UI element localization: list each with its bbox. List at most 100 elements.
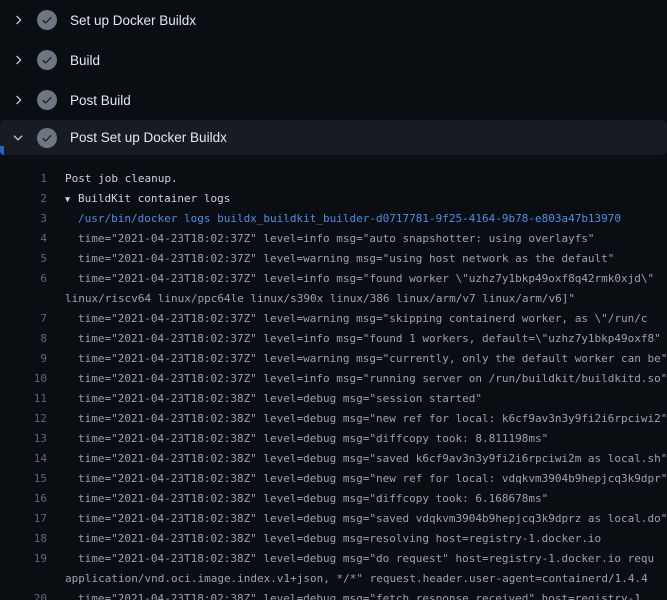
actions-log-viewer: Set up Docker Buildx Build: [0, 0, 667, 600]
log-line: 19 time="2021-04-23T18:02:38Z" level=deb…: [0, 549, 667, 569]
log-line-content: time="2021-04-23T18:02:38Z" level=debug …: [78, 592, 648, 600]
log-line: 18 time="2021-04-23T18:02:38Z" level=deb…: [0, 529, 667, 549]
log-line-text: application/vnd.oci.image.index.v1+json,…: [47, 569, 648, 589]
log-line: 8 time="2021-04-23T18:02:37Z" level=info…: [0, 329, 667, 349]
step-row[interactable]: Set up Docker Buildx: [0, 0, 667, 40]
log-line-text: time="2021-04-23T18:02:38Z" level=debug …: [47, 549, 654, 569]
check-circle-icon: [37, 50, 57, 70]
chevron-right-icon: [11, 52, 25, 68]
log-line-number[interactable]: 5: [0, 249, 47, 269]
log-line-number[interactable]: 17: [0, 509, 47, 529]
log-line-text: time="2021-04-23T18:02:38Z" level=debug …: [47, 389, 482, 409]
log-line: 10 time="2021-04-23T18:02:37Z" level=inf…: [0, 369, 667, 389]
log-line: 2 ▼BuildKit container logs: [0, 189, 667, 209]
log-line-content: BuildKit container logs: [78, 192, 230, 205]
log-line-content: time="2021-04-23T18:02:38Z" level=debug …: [78, 512, 667, 525]
log-line-content: linux/riscv64 linux/ppc64le linux/s390x …: [65, 292, 575, 305]
log-line: 9 time="2021-04-23T18:02:37Z" level=warn…: [0, 349, 667, 369]
log-line-content: Post job cleanup.: [65, 172, 178, 185]
log-line-number[interactable]: 1: [0, 169, 47, 189]
log-line-text: Post job cleanup.: [47, 169, 178, 189]
steps-list: Set up Docker Buildx Build: [0, 0, 667, 155]
log-line-text: time="2021-04-23T18:02:37Z" level=info m…: [47, 229, 595, 249]
focus-accent: [0, 146, 4, 155]
log-line-content: time="2021-04-23T18:02:38Z" level=debug …: [78, 492, 548, 505]
log-line-content: time="2021-04-23T18:02:38Z" level=debug …: [78, 392, 482, 405]
log-line-number[interactable]: 19: [0, 549, 47, 569]
log-line: 16 time="2021-04-23T18:02:38Z" level=deb…: [0, 489, 667, 509]
log-line-text: time="2021-04-23T18:02:38Z" level=debug …: [47, 589, 648, 600]
log-line: 20 time="2021-04-23T18:02:38Z" level=deb…: [0, 589, 667, 600]
log-line-number[interactable]: 7: [0, 309, 47, 329]
log-line-text: time="2021-04-23T18:02:37Z" level=warnin…: [47, 309, 648, 329]
log-line: 13 time="2021-04-23T18:02:38Z" level=deb…: [0, 429, 667, 449]
step-row[interactable]: Post Set up Docker Buildx: [0, 120, 667, 155]
log-line-text: time="2021-04-23T18:02:38Z" level=debug …: [47, 409, 667, 429]
log-line-number[interactable]: 6: [0, 269, 47, 289]
log-line-text: time="2021-04-23T18:02:38Z" level=debug …: [47, 449, 667, 469]
log-line-number[interactable]: 20: [0, 589, 47, 600]
log-line: 15 time="2021-04-23T18:02:38Z" level=deb…: [0, 469, 667, 489]
log-line-number[interactable]: 3: [0, 209, 47, 229]
log-line-content: time="2021-04-23T18:02:37Z" level=warnin…: [78, 352, 667, 365]
log-line-text: ▼BuildKit container logs: [47, 189, 230, 209]
log-line-text: time="2021-04-23T18:02:38Z" level=debug …: [47, 469, 667, 489]
log-line-text: time="2021-04-23T18:02:37Z" level=warnin…: [47, 249, 614, 269]
log-line-number[interactable]: 16: [0, 489, 47, 509]
check-circle-icon: [37, 128, 57, 148]
log-line-content: time="2021-04-23T18:02:37Z" level=info m…: [78, 272, 654, 285]
log-line-content: time="2021-04-23T18:02:37Z" level=info m…: [78, 372, 667, 385]
log-line-number[interactable]: 8: [0, 329, 47, 349]
log-line: 1 Post job cleanup.: [0, 169, 667, 189]
log-line: 14 time="2021-04-23T18:02:38Z" level=deb…: [0, 449, 667, 469]
log-line-content: time="2021-04-23T18:02:38Z" level=debug …: [78, 532, 601, 545]
log-line-content: time="2021-04-23T18:02:38Z" level=debug …: [78, 552, 654, 565]
log-line-content: time="2021-04-23T18:02:38Z" level=debug …: [78, 412, 667, 425]
check-circle-icon: [37, 90, 57, 110]
log-line-number[interactable]: [0, 569, 47, 589]
group-expander-icon[interactable]: ▼: [65, 190, 78, 210]
log-line-text: time="2021-04-23T18:02:38Z" level=debug …: [47, 509, 667, 529]
log-line: application/vnd.oci.image.index.v1+json,…: [0, 569, 667, 589]
log-line-content: time="2021-04-23T18:02:37Z" level=info m…: [78, 332, 661, 345]
log-line-number[interactable]: 15: [0, 469, 47, 489]
log-line-content: time="2021-04-23T18:02:38Z" level=debug …: [78, 472, 667, 485]
step-row[interactable]: Post Build: [0, 80, 667, 120]
log-line-content: application/vnd.oci.image.index.v1+json,…: [65, 572, 648, 585]
log-line: linux/riscv64 linux/ppc64le linux/s390x …: [0, 289, 667, 309]
log-line: 17 time="2021-04-23T18:02:38Z" level=deb…: [0, 509, 667, 529]
log-line-number[interactable]: 14: [0, 449, 47, 469]
log-line-number[interactable]: 10: [0, 369, 47, 389]
log-line: 4 time="2021-04-23T18:02:37Z" level=info…: [0, 229, 667, 249]
log-line: 6 time="2021-04-23T18:02:37Z" level=info…: [0, 269, 667, 289]
log-line: 7 time="2021-04-23T18:02:37Z" level=warn…: [0, 309, 667, 329]
step-row[interactable]: Build: [0, 40, 667, 80]
log-line: 12 time="2021-04-23T18:02:38Z" level=deb…: [0, 409, 667, 429]
chevron-right-icon: [11, 12, 25, 28]
log-line-content: /usr/bin/docker logs buildx_buildkit_bui…: [78, 212, 621, 225]
step-label: Build: [70, 53, 100, 68]
log-line-text: linux/riscv64 linux/ppc64le linux/s390x …: [47, 289, 575, 309]
log-line-number[interactable]: [0, 289, 47, 309]
log-line-number[interactable]: 4: [0, 229, 47, 249]
log-line: 5 time="2021-04-23T18:02:37Z" level=warn…: [0, 249, 667, 269]
log-line-number[interactable]: 11: [0, 389, 47, 409]
log-line: 11 time="2021-04-23T18:02:38Z" level=deb…: [0, 389, 667, 409]
step-label: Post Build: [70, 93, 131, 108]
log-line-number[interactable]: 9: [0, 349, 47, 369]
log-line-number[interactable]: 12: [0, 409, 47, 429]
log-line-text: time="2021-04-23T18:02:37Z" level=warnin…: [47, 349, 667, 369]
log-line-text: time="2021-04-23T18:02:38Z" level=debug …: [47, 489, 548, 509]
log-line-number[interactable]: 13: [0, 429, 47, 449]
log-line-text: time="2021-04-23T18:02:37Z" level=info m…: [47, 369, 667, 389]
log-line-text: time="2021-04-23T18:02:37Z" level=info m…: [47, 329, 661, 349]
log-line-text: time="2021-04-23T18:02:37Z" level=info m…: [47, 269, 654, 289]
check-circle-icon: [37, 10, 57, 30]
log-line-text: time="2021-04-23T18:02:38Z" level=debug …: [47, 529, 601, 549]
log-line-content: time="2021-04-23T18:02:37Z" level=warnin…: [78, 312, 648, 325]
log-line-number[interactable]: 2: [0, 189, 47, 209]
log-line-number[interactable]: 18: [0, 529, 47, 549]
log-line-content: time="2021-04-23T18:02:38Z" level=debug …: [78, 452, 667, 465]
log-line-content: time="2021-04-23T18:02:37Z" level=warnin…: [78, 252, 614, 265]
log-area: 1 Post job cleanup. 2 ▼BuildKit containe…: [0, 155, 667, 600]
